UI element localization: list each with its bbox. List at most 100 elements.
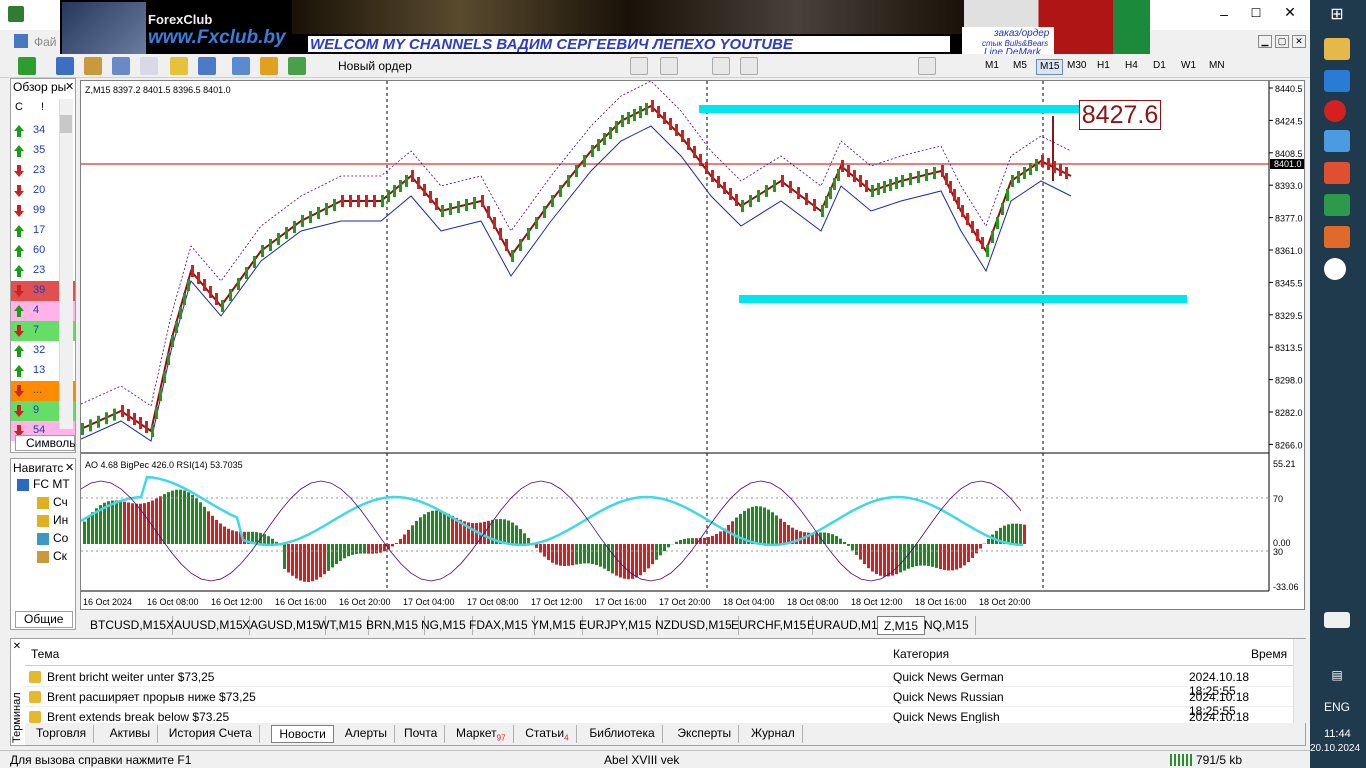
header-category[interactable]: Категория — [893, 647, 949, 661]
news-row[interactable]: Brent расширяет прорыв ниже $73,25 Quick … — [25, 687, 1293, 718]
market-watch-scrollbar[interactable] — [59, 99, 73, 429]
ao-bar — [867, 544, 870, 569]
market-watch-close-icon[interactable]: ✕ — [65, 80, 74, 93]
explorer-icon[interactable] — [1324, 38, 1350, 60]
windows-taskbar: ⊞ ▤ ENG 11:44 20.10.2024 — [1310, 0, 1366, 768]
maximize-button[interactable]: ☐ — [1246, 6, 1266, 20]
col-header-1[interactable]: С — [15, 101, 23, 113]
chart-canvas[interactable]: 8440.5 8424.5 8408.5 8393.0 8377.0 8361.0 8345… — [81, 81, 1306, 611]
navigator-item[interactable]: Ин — [53, 513, 68, 527]
autotrading-icon[interactable] — [260, 57, 278, 75]
crosshair-icon[interactable] — [630, 57, 648, 75]
navigator-item[interactable]: Со — [53, 531, 68, 545]
tf-w1[interactable]: W1 — [1178, 59, 1199, 75]
arrow-down-icon — [14, 165, 24, 177]
mdi-minimize-button[interactable]: ▁ — [1258, 35, 1272, 48]
market-watch-tab[interactable]: Символь — [15, 435, 76, 451]
navigator-close-icon[interactable]: ✕ — [65, 461, 74, 474]
terminal-tab[interactable]: Эксперты — [670, 725, 740, 743]
news-row[interactable]: Brent bricht weiter unter $73,25 Quick Ne… — [25, 667, 1293, 698]
terminal-close-icon[interactable]: ✕ — [11, 641, 23, 652]
tf-m5[interactable]: M5 — [1010, 59, 1030, 75]
taskbar-time[interactable]: 11:44 — [1324, 728, 1351, 740]
mdi-close-button[interactable]: ✕ — [1292, 35, 1306, 48]
tf-d1[interactable]: D1 — [1150, 59, 1169, 75]
taskbar-date[interactable]: 20.10.2024 — [1310, 743, 1360, 754]
time-label: 16 Oct 12:00 — [211, 597, 263, 607]
header-time[interactable]: Время — [1251, 647, 1287, 661]
data-window-icon[interactable] — [112, 57, 130, 75]
tf-mn[interactable]: MN — [1206, 59, 1228, 75]
terminal-tab-label: Активы — [109, 726, 151, 740]
ao-bar — [419, 517, 422, 544]
banner-headline: WELCOM MY CHANNELS ВАДИМ СЕРГЕЕВИЧ ЛЕПЕХ… — [310, 36, 793, 53]
favorites-icon[interactable] — [170, 57, 188, 75]
navigator-item[interactable]: Ск — [53, 549, 67, 563]
terminal-tab[interactable]: Новости — [271, 725, 334, 743]
keyboard-icon[interactable] — [1324, 612, 1350, 628]
minimize-button[interactable]: – — [1214, 6, 1234, 22]
speaker-icon[interactable] — [1324, 162, 1350, 184]
tf-m30[interactable]: M30 — [1064, 59, 1089, 75]
hline-icon[interactable] — [712, 57, 730, 75]
candle — [341, 195, 344, 207]
navigator-item-icon — [37, 497, 49, 509]
ao-bar — [979, 544, 982, 549]
tf-h4[interactable]: H4 — [1122, 59, 1141, 75]
calculator-icon[interactable] — [1324, 194, 1350, 216]
chart-window[interactable]: 8440.5 8424.5 8408.5 8393.0 8377.0 8361.0 8345… — [80, 80, 1305, 610]
record-icon[interactable] — [1324, 258, 1346, 280]
terminal-scrollbar[interactable] — [1293, 639, 1307, 723]
navigator-item[interactable]: FC MT — [33, 477, 70, 491]
close-button[interactable]: ✕ — [1280, 4, 1300, 20]
col-header-2[interactable]: ! — [41, 101, 44, 113]
tester-icon[interactable] — [232, 57, 250, 75]
navigator-icon[interactable] — [140, 57, 158, 75]
market-watch-scroll-thumb[interactable] — [60, 115, 72, 133]
terminal-tab[interactable]: Активы — [103, 725, 159, 743]
menu-file[interactable]: Фай — [34, 35, 57, 49]
trendline-icon[interactable] — [740, 57, 758, 75]
terminal-tab[interactable]: Статьи4 — [518, 725, 577, 743]
terminal-icon[interactable] — [198, 57, 216, 75]
mdi-restore-button[interactable]: ▢ — [1275, 35, 1289, 48]
new-chart-icon[interactable] — [18, 57, 36, 75]
outlook-icon[interactable] — [1324, 70, 1350, 92]
new-order-button[interactable]: Новый ордер — [338, 59, 412, 73]
mt4-icon[interactable] — [1324, 226, 1350, 248]
experts-icon[interactable] — [288, 57, 306, 75]
chart-tab[interactable]: FDAX,M15 — [463, 616, 535, 635]
ao-bar — [919, 544, 922, 566]
candle — [293, 221, 296, 233]
ao-bar — [143, 503, 146, 544]
terminal-tab[interactable]: Торговля — [29, 725, 95, 743]
market-watch-icon[interactable] — [84, 57, 102, 75]
header-topic[interactable]: Тема — [31, 647, 59, 661]
terminal-tab[interactable]: Журнал — [744, 725, 803, 743]
terminal-tab[interactable]: Библиотека — [582, 725, 663, 743]
chart-tab[interactable]: NQ,M15 — [918, 616, 976, 635]
terminal-tab[interactable]: Маркет97 — [449, 725, 514, 743]
windows-start-icon[interactable]: ⊞ — [1324, 4, 1350, 26]
chart-tab[interactable]: EURJPY,M15 — [573, 616, 659, 635]
candle — [139, 417, 142, 429]
navigator-tab[interactable]: Общие — [15, 611, 73, 628]
tf-m1[interactable]: M1 — [982, 59, 1002, 75]
navigator-item[interactable]: Сч — [53, 495, 68, 509]
opera-icon[interactable] — [1324, 100, 1346, 122]
line-icon[interactable] — [660, 57, 678, 75]
candle — [167, 353, 170, 365]
terminal-tab[interactable]: Алерты — [338, 725, 396, 743]
candle — [567, 175, 570, 187]
text-icon[interactable] — [918, 57, 936, 75]
paint-icon[interactable] — [1324, 130, 1350, 152]
tf-m15[interactable]: M15 — [1036, 59, 1064, 75]
terminal-tab[interactable]: Почта — [397, 725, 446, 743]
profiles-icon[interactable] — [56, 57, 74, 75]
tf-h1[interactable]: H1 — [1094, 59, 1113, 75]
terminal-tab[interactable]: История Счета — [162, 725, 260, 743]
tray-icon[interactable]: ▤ — [1324, 668, 1350, 690]
taskbar-lang[interactable]: ENG — [1324, 700, 1350, 714]
ao-bar — [759, 506, 762, 544]
candle — [909, 173, 912, 185]
